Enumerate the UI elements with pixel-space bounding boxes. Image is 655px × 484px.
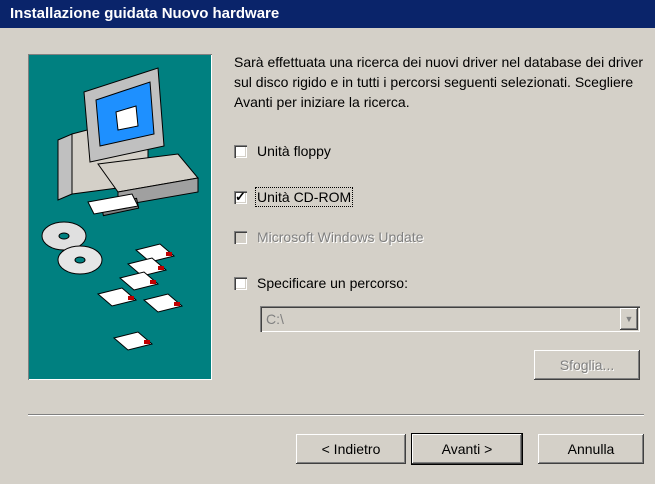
cdrom-label: Unità CD-ROM bbox=[254, 187, 354, 207]
floppy-option[interactable]: Unità floppy bbox=[234, 140, 331, 162]
wizard-illustration bbox=[28, 54, 212, 380]
checkbox-tick-icon: ✓ bbox=[235, 188, 246, 204]
intro-text: Sarà effettuata una ricerca dei nuovi dr… bbox=[234, 54, 644, 110]
window-title: Installazione guidata Nuovo hardware bbox=[0, 0, 655, 28]
cd-icon bbox=[41, 221, 103, 275]
path-combobox: C:\ ▼ bbox=[260, 306, 640, 332]
cdrom-option[interactable]: ✓ Unità CD-ROM bbox=[234, 186, 354, 208]
separator bbox=[28, 414, 644, 416]
cdrom-checkbox[interactable]: ✓ bbox=[234, 188, 247, 204]
floppy-label: Unità floppy bbox=[257, 143, 331, 159]
windows-update-option: Microsoft Windows Update bbox=[234, 226, 424, 248]
path-value: C:\ bbox=[266, 311, 284, 327]
wizard-window: Installazione guidata Nuovo hardware Sar… bbox=[0, 0, 655, 484]
next-button[interactable]: Avanti > bbox=[411, 433, 523, 465]
computer-icon bbox=[57, 67, 199, 217]
cancel-button[interactable]: Annulla bbox=[538, 434, 644, 464]
dropdown-arrow-icon: ▼ bbox=[620, 308, 638, 330]
path-label: Specificare un percorso: bbox=[257, 275, 408, 291]
windows-update-label: Microsoft Windows Update bbox=[257, 229, 424, 245]
floppy-checkbox[interactable] bbox=[234, 144, 247, 158]
browse-button: Sfoglia... bbox=[534, 350, 640, 380]
path-checkbox[interactable] bbox=[234, 276, 247, 290]
back-button[interactable]: < Indietro bbox=[296, 434, 406, 464]
path-option[interactable]: Specificare un percorso: bbox=[234, 272, 408, 294]
windows-update-checkbox bbox=[234, 230, 247, 244]
floppy-disk-icon bbox=[96, 243, 184, 351]
